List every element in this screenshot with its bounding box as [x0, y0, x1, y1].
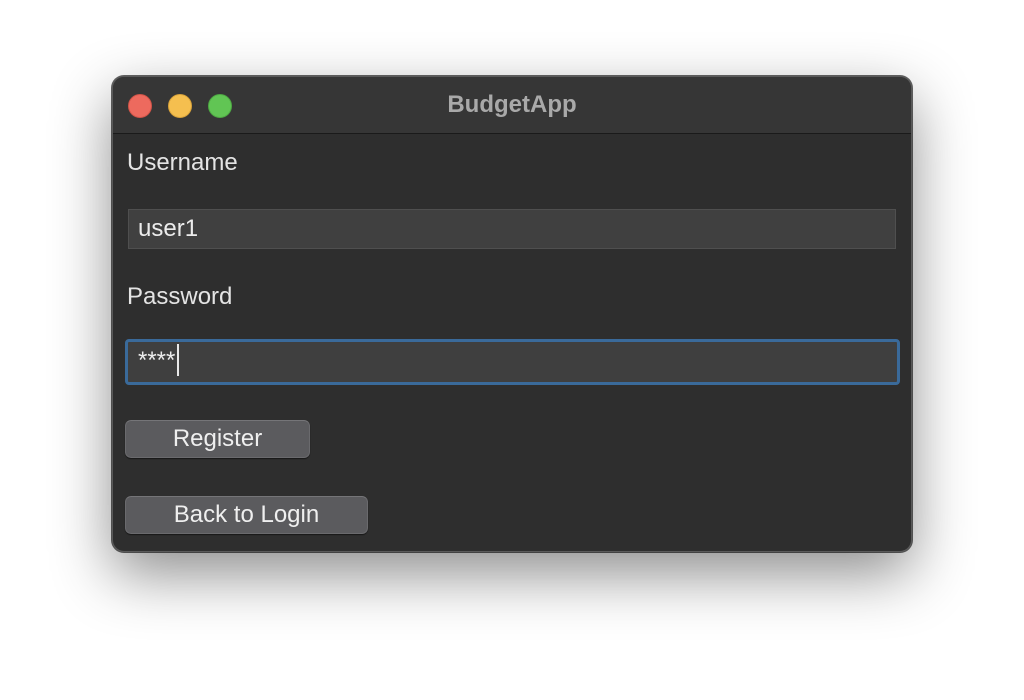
- text-caret: [177, 343, 180, 376]
- password-value: ****: [138, 347, 176, 374]
- app-window: BudgetApp Username user1 Password **** R…: [112, 76, 912, 552]
- back-to-login-button[interactable]: Back to Login: [125, 496, 368, 534]
- username-label: Username: [127, 149, 238, 176]
- window-title: BudgetApp: [447, 91, 577, 118]
- password-field[interactable]: ****: [125, 339, 900, 385]
- username-field[interactable]: user1: [128, 209, 896, 249]
- password-label: Password: [127, 283, 233, 310]
- register-button[interactable]: Register: [125, 420, 310, 458]
- title-bar[interactable]: BudgetApp: [113, 77, 911, 134]
